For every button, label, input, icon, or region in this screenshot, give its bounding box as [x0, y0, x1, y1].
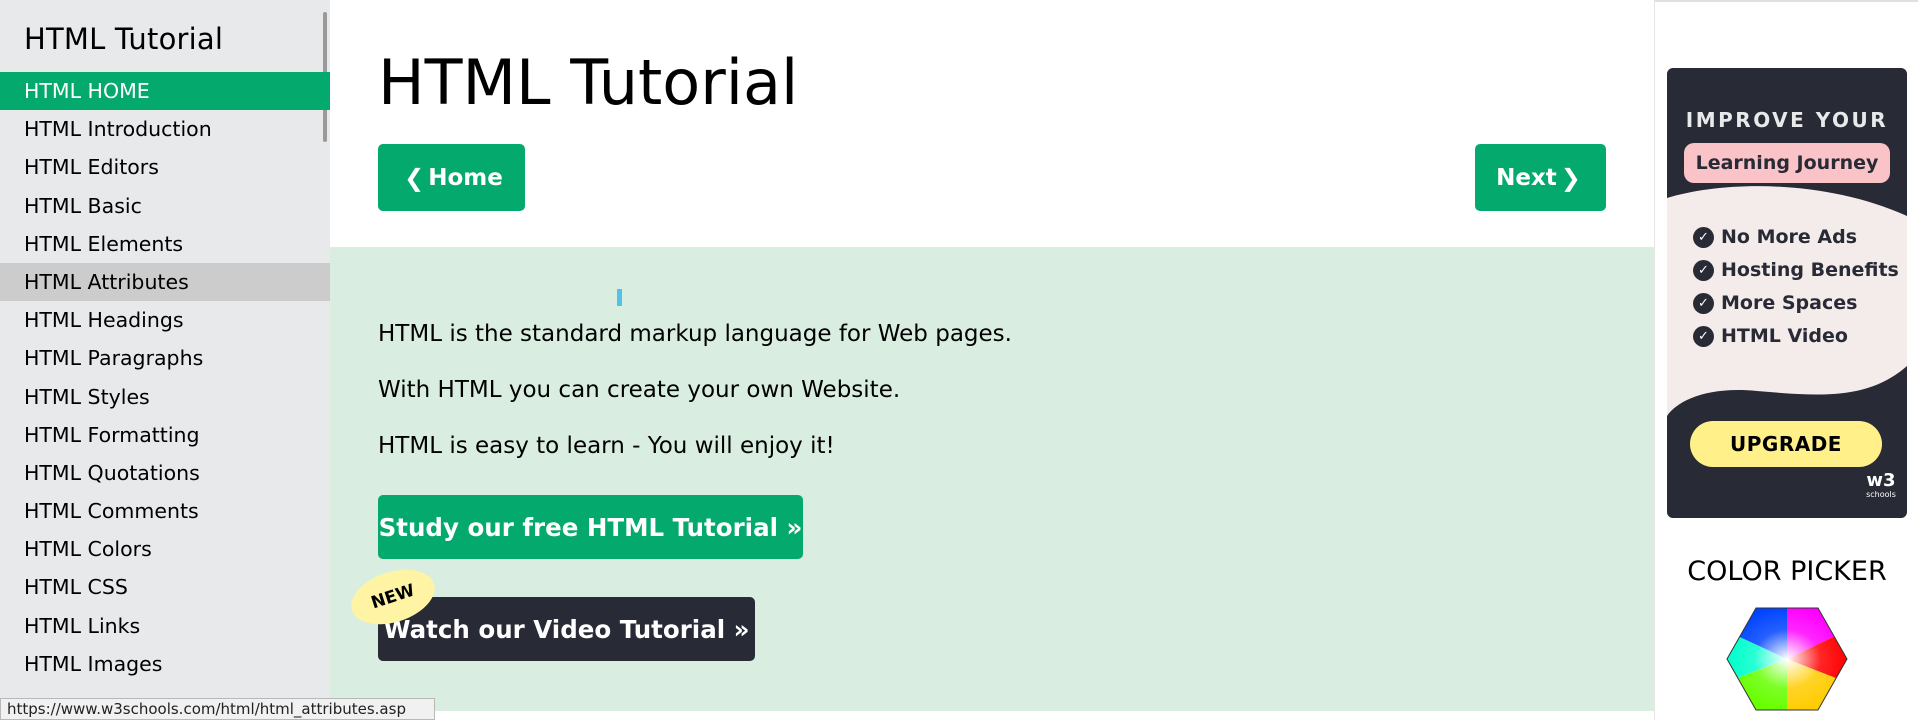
next-button-label: Next: [1496, 164, 1557, 191]
column-divider: [1654, 0, 1655, 720]
logo-mark: w3: [1866, 470, 1896, 491]
sidebar-title: HTML Tutorial: [24, 22, 224, 56]
ad-heading: IMPROVE YOUR: [1685, 108, 1889, 132]
sidebar-item-html-headings[interactable]: HTML Headings: [0, 301, 330, 339]
sidebar-item-html-colors[interactable]: HTML Colors: [0, 530, 330, 568]
sidebar-item-html-css[interactable]: HTML CSS: [0, 568, 330, 606]
video-tutorial-button[interactable]: Watch our Video Tutorial »: [378, 597, 755, 661]
ad-feature-label: More Spaces: [1721, 292, 1858, 314]
sidebar-item-html-editors[interactable]: HTML Editors: [0, 148, 330, 186]
intro-line: HTML is easy to learn - You will enjoy i…: [378, 433, 835, 459]
ad-feature: ✓ More Spaces: [1693, 290, 1857, 316]
logo-text: schools: [1866, 490, 1896, 499]
intro-panel: HTML is the standard markup language for…: [330, 247, 1654, 711]
sidebar-item-html-comments[interactable]: HTML Comments: [0, 492, 330, 530]
sidebar-item-html-quotations[interactable]: HTML Quotations: [0, 454, 330, 492]
sidebar-item-html-basic[interactable]: HTML Basic: [0, 187, 330, 225]
sidebar-item-html-paragraphs[interactable]: HTML Paragraphs: [0, 339, 330, 377]
main-content: HTML Tutorial ❮ Home Next ❯ HTML is the …: [330, 0, 1654, 720]
color-picker-hexagon-icon[interactable]: [1726, 606, 1848, 712]
sidebar-list: HTML HOME HTML Introduction HTML Editors…: [0, 72, 330, 683]
page-title: HTML Tutorial: [378, 46, 799, 119]
color-picker-title: COLOR PICKER: [1687, 556, 1887, 587]
sidebar-item-html-styles[interactable]: HTML Styles: [0, 378, 330, 416]
study-tutorial-button[interactable]: Study our free HTML Tutorial »: [378, 495, 803, 559]
check-circle-icon: ✓: [1693, 259, 1714, 281]
ad-feature: ✓ HTML Video: [1693, 323, 1848, 349]
sidebar-item-html-images[interactable]: HTML Images: [0, 645, 330, 683]
previous-home-button[interactable]: ❮ Home: [378, 144, 525, 211]
upgrade-button[interactable]: UPGRADE: [1690, 421, 1882, 467]
ad-feature: ✓ No More Ads: [1693, 224, 1857, 250]
ad-feature-label: HTML Video: [1721, 325, 1848, 347]
ad-feature-label: Hosting Benefits: [1721, 259, 1899, 281]
check-circle-icon: ✓: [1693, 325, 1714, 347]
intro-line: With HTML you can create your own Websit…: [378, 377, 901, 403]
sidebar-item-html-links[interactable]: HTML Links: [0, 607, 330, 645]
sidebar-item-html-home[interactable]: HTML HOME: [0, 72, 330, 111]
ad-subheading: Learning Journey: [1684, 143, 1890, 183]
ad-feature: ✓ Hosting Benefits: [1693, 257, 1899, 283]
text-caret: [617, 289, 622, 306]
next-button[interactable]: Next ❯: [1475, 144, 1606, 211]
home-button-label: Home: [428, 164, 503, 191]
intro-line: HTML is the standard markup language for…: [378, 321, 1012, 347]
check-circle-icon: ✓: [1693, 292, 1714, 314]
sidebar-item-html-attributes[interactable]: HTML Attributes: [0, 262, 330, 302]
chevron-right-icon: ❯: [1560, 163, 1581, 192]
check-circle-icon: ✓: [1693, 226, 1714, 248]
w3schools-logo: w3 schools: [1863, 472, 1899, 508]
sidebar-item-html-elements[interactable]: HTML Elements: [0, 225, 330, 263]
sidebar-nav: HTML Tutorial HTML HOME HTML Introductio…: [0, 0, 330, 720]
ad-feature-label: No More Ads: [1721, 226, 1858, 248]
chevron-left-icon: ❮: [404, 163, 425, 192]
sidebar-item-html-formatting[interactable]: HTML Formatting: [0, 416, 330, 454]
status-bar-url: https://www.w3schools.com/html/html_attr…: [0, 698, 435, 720]
upgrade-ad-banner[interactable]: IMPROVE YOUR Learning Journey ✓ No More …: [1667, 68, 1907, 518]
sidebar-item-html-introduction[interactable]: HTML Introduction: [0, 110, 330, 148]
